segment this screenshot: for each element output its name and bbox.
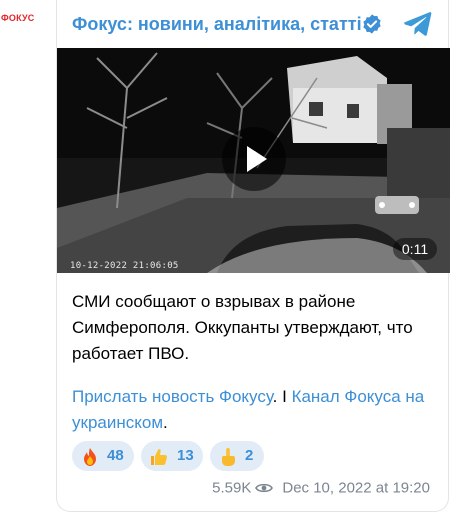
message-meta: 5.59K Dec 10, 2022 at 19:20 (212, 479, 430, 497)
video-timestamp: 10-12-2022 21:06:05 (70, 261, 179, 271)
video-player[interactable]: 10-12-2022 21:06:05 0:11 (57, 48, 450, 273)
message-text: СМИ сообщают о взрывах в районе Симфероп… (72, 292, 413, 363)
play-icon (247, 146, 267, 172)
post-date[interactable]: Dec 10, 2022 at 19:20 (282, 480, 430, 497)
play-button[interactable] (222, 127, 286, 191)
reaction-fire[interactable]: 48 (72, 441, 134, 471)
message-links: Прислать новость Фокусу. I Канал Фокуса … (72, 384, 442, 436)
reaction-count: 48 (107, 447, 124, 464)
reaction-count: 13 (177, 447, 194, 464)
middle-finger-icon (222, 448, 235, 466)
verified-check-icon (363, 14, 381, 34)
reaction-thumbs-up[interactable]: 13 (141, 441, 203, 471)
message-header: Фокус: новини, аналітика, статті (57, 0, 450, 48)
thumbs-up-icon (151, 449, 167, 465)
reaction-count: 2 (245, 447, 254, 464)
channel-avatar[interactable]: ФОКУС (0, 0, 44, 42)
links-end: . (163, 413, 168, 432)
eye-icon (255, 483, 274, 493)
send-news-link[interactable]: Прислать новость Фокусу (72, 387, 273, 406)
fire-icon (84, 448, 96, 466)
reaction-middle-finger[interactable]: 2 (210, 441, 264, 471)
message-card: Фокус: новини, аналітика, статті 10-12-2… (56, 0, 450, 512)
video-duration: 0:11 (393, 238, 437, 260)
channel-title[interactable]: Фокус: новини, аналітика, статті (72, 14, 362, 35)
view-count: 5.59K (212, 479, 252, 497)
telegram-plane-icon[interactable] (402, 11, 432, 37)
links-separator: . I (272, 387, 292, 406)
avatar-logo-text: ФОКУС (1, 13, 35, 23)
